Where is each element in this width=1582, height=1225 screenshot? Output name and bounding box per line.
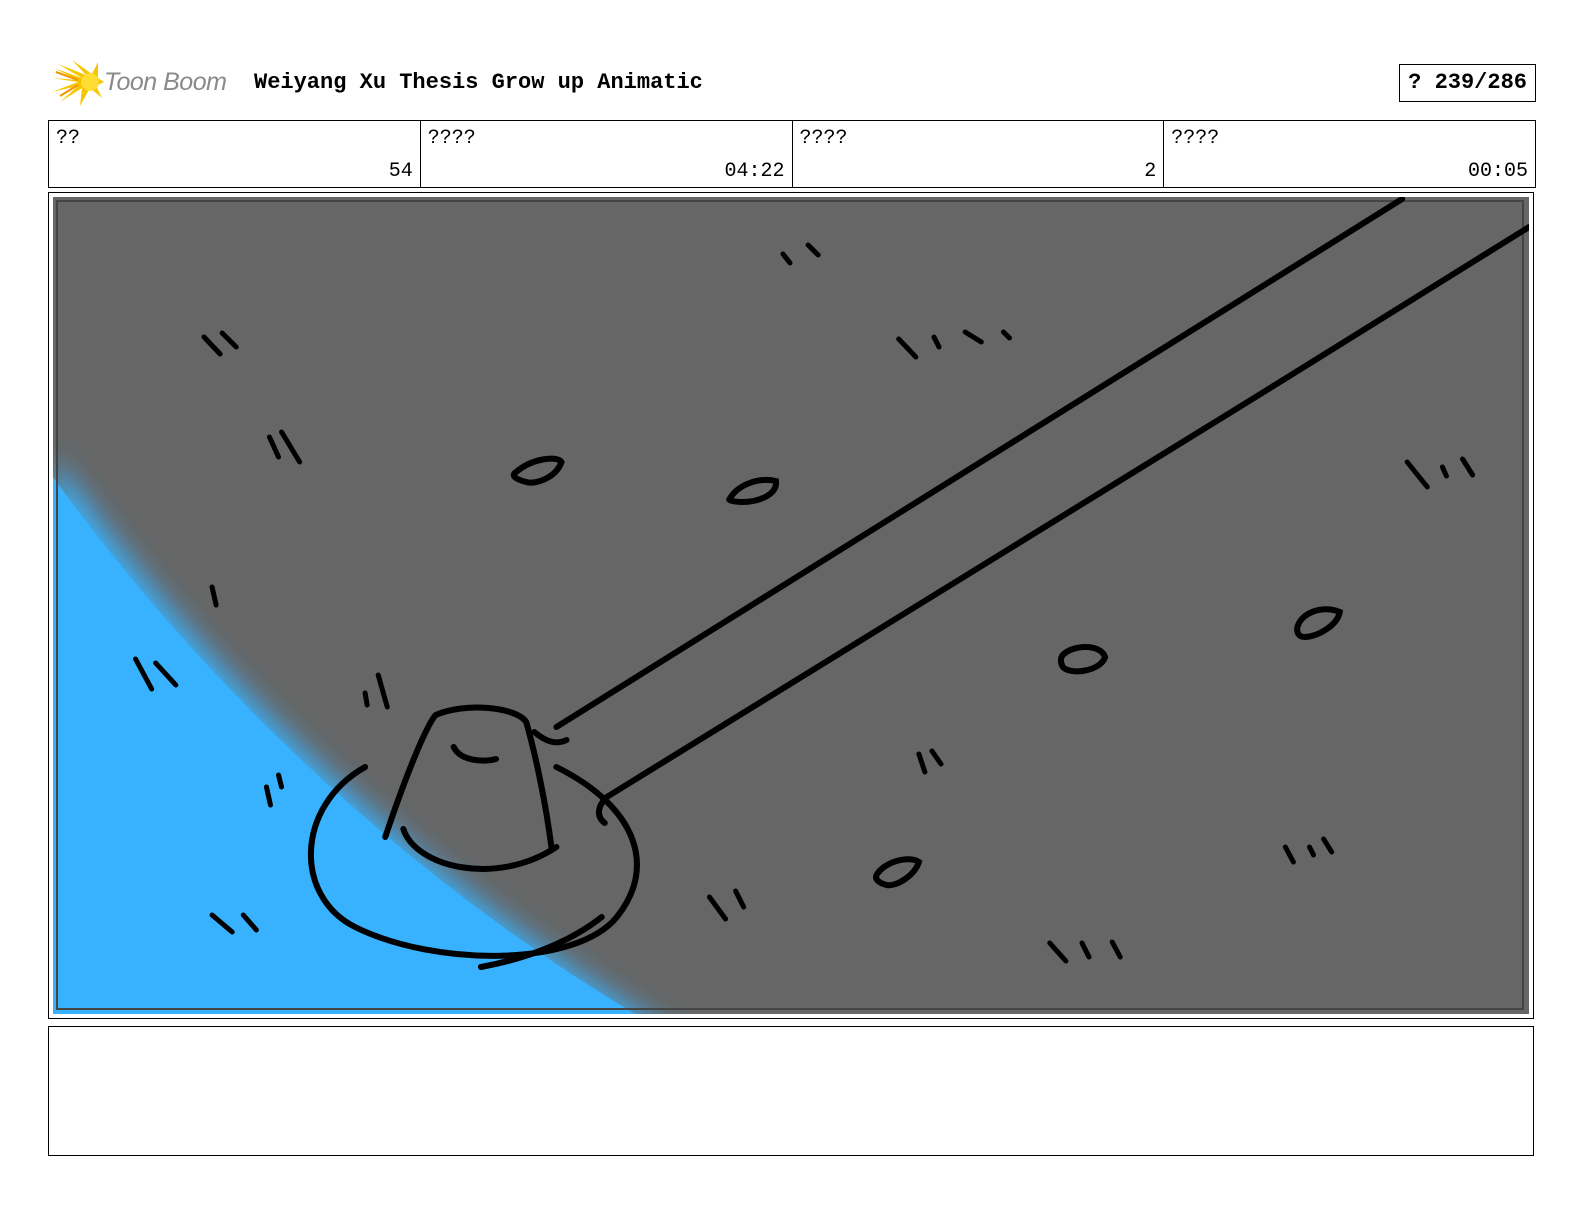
info-label: ?? [56,127,81,150]
page-counter: ? 239/286 [1399,64,1536,102]
info-value: 00:05 [1467,160,1528,183]
info-label: ???? [1171,127,1220,150]
info-cell-panel-duration: ???? 00:05 [1164,121,1535,187]
starburst-icon [52,60,104,106]
info-label: ???? [799,127,848,150]
storyboard-panel-image [53,197,1529,1014]
info-value: 54 [388,160,413,183]
info-value: 2 [1144,160,1157,183]
panel-drawing [53,197,1529,1014]
info-value: 04:22 [724,160,785,183]
toon-boom-logo: Toon Boom [52,58,242,108]
info-cell-scene: ?? 54 [49,121,421,187]
project-title: Weiyang Xu Thesis Grow up Animatic [254,70,703,95]
caption-box [48,1026,1534,1156]
logo-wordmark: Toon Boom [104,68,227,96]
storyboard-header: Toon Boom Weiyang Xu Thesis Grow up Anim… [48,54,1536,110]
scene-info-row: ?? 54 ???? 04:22 ???? 2 ???? 00:05 [48,120,1536,188]
info-label: ???? [427,127,476,150]
storyboard-panel-frame [48,192,1534,1019]
info-cell-total-duration: ???? 04:22 [421,121,793,187]
info-cell-panel: ???? 2 [793,121,1165,187]
